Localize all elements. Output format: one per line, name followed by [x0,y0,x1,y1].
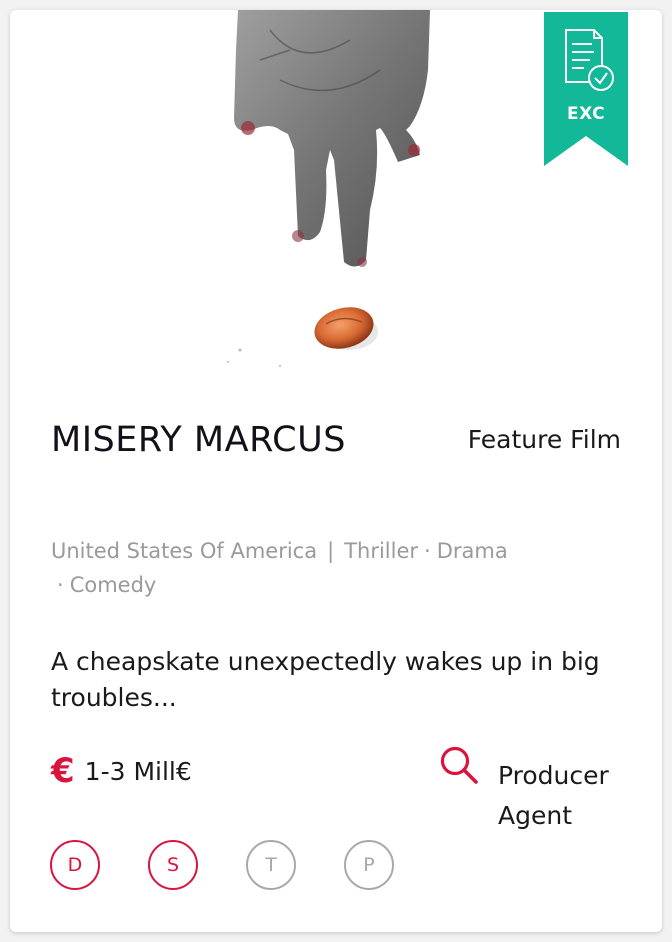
right-badge-t[interactable]: T [246,840,296,890]
project-card[interactable]: EXC MISERY MARCUS Feature Film United St… [10,10,662,932]
project-meta: United States Of America | Thriller · Drama … [51,539,508,597]
genre: Drama [436,539,508,563]
euro-icon: € [51,751,75,791]
rights-badges: D S T P [50,840,394,890]
logline: A cheapskate unexpectedly wakes up in bi… [51,647,600,712]
country: United States Of America [51,539,318,563]
genre: Thriller [344,539,419,563]
budget: € 1-3 Mill€ [51,748,192,794]
poster-image [130,10,550,378]
looking-for: Producer Agent [498,756,609,836]
budget-value: 1-3 Mill€ [84,756,192,786]
looking-for-item: Producer [498,761,609,790]
project-format: Feature Film [467,425,621,454]
exclusive-ribbon [544,12,628,166]
right-badge-s[interactable]: S [148,840,198,890]
right-badge-d[interactable]: D [50,840,100,890]
right-badge-p[interactable]: P [344,840,394,890]
search-icon [440,746,478,784]
project-title[interactable]: MISERY MARCUS [51,420,346,460]
looking-for-item: Agent [498,801,572,830]
genre: Comedy [69,573,157,597]
